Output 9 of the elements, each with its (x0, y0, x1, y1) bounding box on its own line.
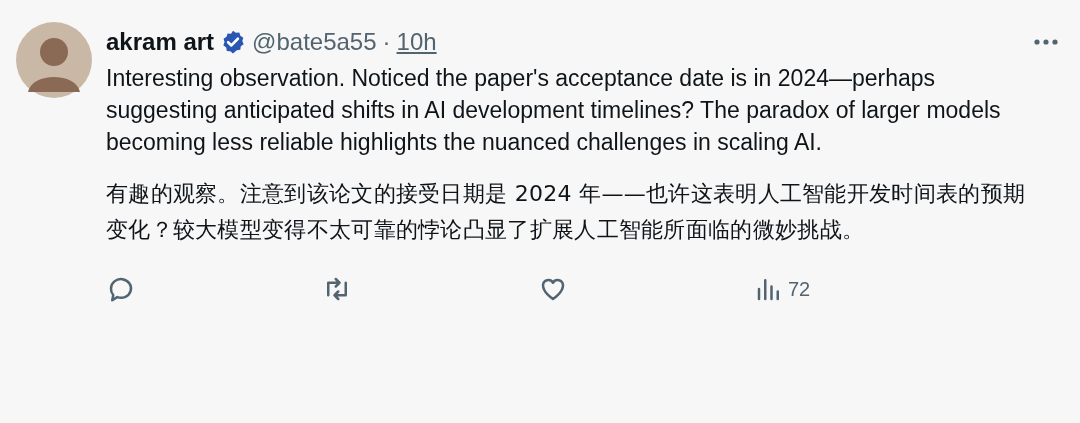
more-icon[interactable] (1034, 39, 1058, 45)
separator-dot: · (382, 28, 391, 56)
post-text: 有趣的观察。注意到该论文的接受日期是 2024 年——也许这表明人工智能开发时间表的预期变化？较大模型变得不太可靠的悖论凸显了扩展人工智能所面临的微妙挑战。 (106, 180, 1027, 244)
user-handle[interactable]: @bate5a55 (252, 28, 377, 56)
view-count: 72 (788, 277, 811, 301)
avatar[interactable] (16, 22, 92, 98)
author-name[interactable]: akram art (106, 28, 215, 56)
post-text: Interesting observation. Noticed the paper's acceptance date is in 2024—perhaps suggesting anticipated shifts in AI development timelines? The paradox of larger models becoming less reliable highlights the nuanced challenges in scaling AI. (106, 64, 1002, 157)
timestamp-link[interactable]: 10h (396, 28, 437, 56)
